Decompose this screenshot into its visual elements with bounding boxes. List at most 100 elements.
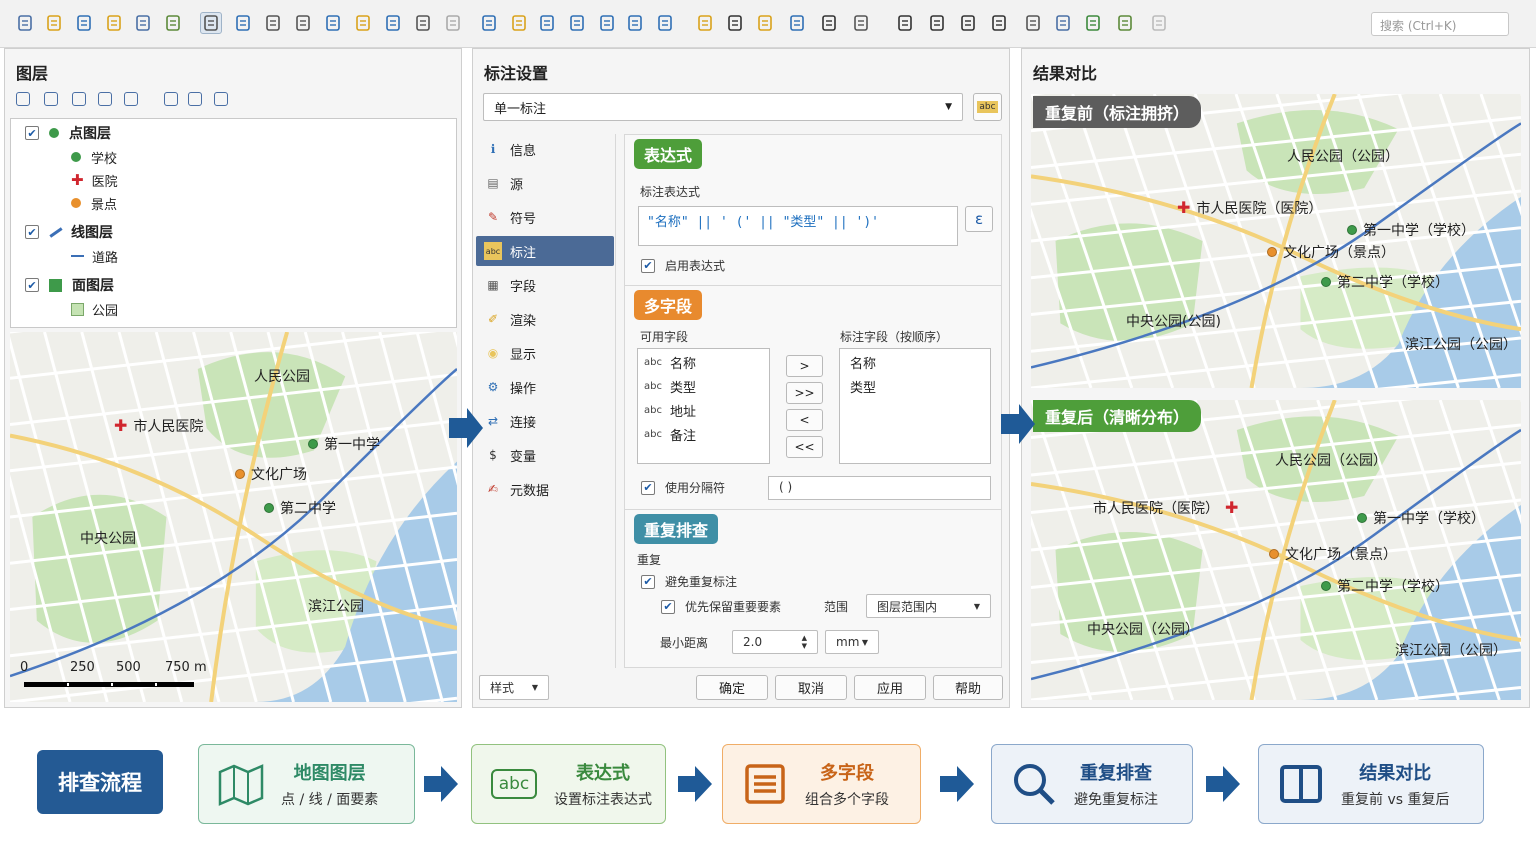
style-layer-icon[interactable] — [72, 92, 86, 106]
timer-icon[interactable] — [926, 12, 948, 34]
check-layer-icon[interactable] — [16, 92, 30, 106]
map-label-plaza[interactable]: 文化广场（景点） — [1269, 544, 1397, 564]
enable-expression-row[interactable]: ✔ 启用表达式 — [641, 257, 725, 274]
enable-expression-checkbox[interactable]: ✔ — [641, 258, 655, 273]
expression-editor[interactable]: "名称" || ' (' || "类型" || ')' — [638, 206, 958, 246]
new-file-icon[interactable] — [14, 12, 36, 34]
map-after[interactable]: 人民公园（公园） 市人民医院（医院） ✚ 第一中学（学校） 文化广场（景点） 第二中学（学… — [1031, 400, 1521, 700]
map-label-school2[interactable]: 第二中学 — [264, 498, 336, 518]
move-button-3[interactable]: << — [786, 436, 823, 458]
zoom-in-icon[interactable] — [262, 12, 284, 34]
map-label-park1[interactable]: 人民公园（公园） — [1287, 146, 1399, 166]
sigma-icon[interactable] — [988, 12, 1010, 34]
expression-builder-button[interactable]: ε — [965, 206, 993, 232]
draw-icon[interactable] — [1082, 12, 1104, 34]
filter-layer-icon[interactable] — [44, 92, 58, 106]
map-label-hospital[interactable]: 市人民医院（医院） ✚ — [1093, 498, 1244, 518]
nav-item-1[interactable]: ▤ 源 — [476, 168, 614, 198]
layer-item[interactable]: 公园 — [71, 299, 118, 319]
map-label-school2[interactable]: 第二中学（学校） — [1321, 272, 1449, 292]
layer-item[interactable]: 道路 — [71, 246, 118, 266]
layer-visibility-checkbox[interactable]: ✔ — [25, 126, 39, 140]
use-separator-row[interactable]: ✔ 使用分隔符 — [641, 479, 725, 496]
available-field-item[interactable]: abc 地址 — [644, 401, 696, 420]
select-icon[interactable] — [352, 12, 374, 34]
plugin-icon[interactable] — [1114, 12, 1136, 34]
layer-visibility-checkbox[interactable]: ✔ — [25, 225, 39, 239]
map-canvas[interactable]: 人民公园 ✚ 市人民医院 第一中学 文化广场 第二中学 中央公园 滨江公园 0 250 500 750… — [10, 332, 457, 702]
apply-button[interactable]: 应用 — [854, 675, 926, 700]
ok-button[interactable]: 确定 — [696, 675, 768, 700]
cancel-button[interactable]: 取消 — [775, 675, 847, 700]
available-field-item[interactable]: abc 名称 — [644, 353, 696, 372]
settings-icon[interactable] — [894, 12, 916, 34]
nav-item-5[interactable]: ✐ 渲染 — [476, 304, 614, 334]
help-button[interactable]: 帮助 — [933, 675, 1003, 700]
image-icon[interactable] — [624, 12, 646, 34]
sparkle-icon[interactable] — [850, 12, 872, 34]
selected-field-item[interactable]: 名称 — [850, 353, 876, 372]
map-label-park2[interactable]: 中央公园(公园) — [1126, 311, 1221, 331]
priority-checkbox[interactable]: ✔ — [661, 599, 675, 614]
pencil-icon[interactable] — [694, 12, 716, 34]
zoom-layer-icon[interactable] — [412, 12, 434, 34]
map-label-hospital[interactable]: ✚ 市人民医院（医院） — [1177, 198, 1322, 218]
selected-field-item[interactable]: 类型 — [850, 377, 876, 396]
nav-item-6[interactable]: ◉ 显示 — [476, 338, 614, 368]
nav-item-8[interactable]: ⇄ 连接 — [476, 406, 614, 436]
layer-group-1[interactable]: ✔ 线图层 — [25, 222, 113, 242]
nav-item-2[interactable]: ✎ 符号 — [476, 202, 614, 232]
available-field-item[interactable]: abc 类型 — [644, 377, 696, 396]
funnel-icon[interactable] — [98, 92, 112, 106]
style-select[interactable]: 样式 ▼ — [479, 675, 549, 700]
map-label-park3[interactable]: 滨江公园（公园） — [1405, 334, 1517, 354]
map-label-school1[interactable]: 第一中学（学校） — [1347, 220, 1475, 240]
open-folder-icon[interactable] — [43, 12, 65, 34]
layer-group-2[interactable]: ✔ 面图层 — [25, 275, 114, 295]
page-icon[interactable] — [478, 12, 500, 34]
identify-icon[interactable] — [382, 12, 404, 34]
label-mode-select[interactable]: 单一标注 ▼ — [483, 93, 963, 121]
save-icon[interactable] — [73, 12, 95, 34]
move-button-1[interactable]: >> — [786, 382, 823, 404]
nav-item-4[interactable]: ▦ 字段 — [476, 270, 614, 300]
zoom-extent-icon[interactable] — [322, 12, 344, 34]
ai-icon[interactable] — [1148, 12, 1170, 34]
nav-item-9[interactable]: $ 变量 — [476, 440, 614, 470]
layer-item[interactable]: 景点 — [71, 193, 117, 213]
map-label-park2[interactable]: 中央公园（公园） — [1087, 619, 1199, 639]
clear-icon[interactable] — [442, 12, 464, 34]
priority-row[interactable]: ✔ 优先保留重要要素 — [661, 598, 781, 615]
move-up-icon[interactable] — [164, 92, 178, 106]
remove-layer-icon[interactable] — [214, 92, 228, 106]
map-label-school1[interactable]: 第一中学（学校） — [1357, 508, 1485, 528]
available-field-item[interactable]: abc 备注 — [644, 425, 696, 444]
document-icon[interactable] — [566, 12, 588, 34]
avoid-duplicate-row[interactable]: ✔ 避免重复标注 — [641, 573, 737, 590]
layer-item[interactable]: 学校 — [71, 147, 117, 167]
save-as-icon[interactable] — [103, 12, 125, 34]
map-label-plaza[interactable]: 文化广场（景点） — [1267, 242, 1395, 262]
unit-select[interactable]: mm ▼ — [825, 630, 879, 654]
map-label-plaza[interactable]: 文化广场 — [235, 464, 307, 484]
refresh-icon[interactable] — [654, 12, 676, 34]
clock-icon[interactable] — [957, 12, 979, 34]
bookmark-icon[interactable] — [536, 12, 558, 34]
map-label-school2[interactable]: 第二中学（学校） — [1321, 576, 1449, 596]
pan-hand-icon[interactable] — [200, 12, 222, 34]
move-button-2[interactable]: < — [786, 409, 823, 431]
map-label-park2[interactable]: 中央公园 — [80, 528, 136, 548]
range-select[interactable]: 图层范围内 ▼ — [866, 594, 991, 618]
measure-icon[interactable] — [786, 12, 808, 34]
warning-icon[interactable] — [754, 12, 776, 34]
available-fields-list[interactable]: abc 名称 abc 类型 abc 地址 abc 备注 — [637, 348, 770, 464]
map-label-hospital[interactable]: ✚ 市人民医院 — [114, 416, 203, 436]
avoid-duplicate-checkbox[interactable]: ✔ — [641, 574, 655, 589]
sum-icon[interactable] — [818, 12, 840, 34]
label-style-button[interactable]: abc — [973, 93, 1002, 121]
map-before[interactable]: 人民公园（公园） ✚ 市人民医院（医院） 第一中学（学校） 文化广场（景点） 第二中学（学… — [1031, 94, 1521, 388]
font-icon[interactable] — [724, 12, 746, 34]
group-icon[interactable] — [124, 92, 138, 106]
print-icon[interactable] — [132, 12, 154, 34]
layer-visibility-checkbox[interactable]: ✔ — [25, 278, 39, 292]
